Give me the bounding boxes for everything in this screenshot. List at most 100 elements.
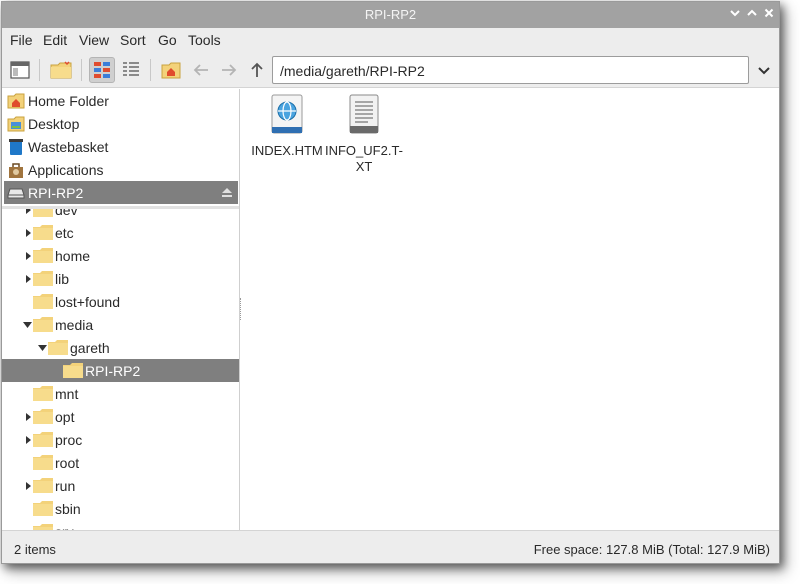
folder-icon	[33, 386, 53, 401]
expand-arrow-icon[interactable]	[22, 267, 33, 290]
expand-arrow-icon[interactable]	[22, 474, 33, 497]
place-label: RPI-RP2	[28, 184, 84, 201]
maximize-button[interactable]	[744, 6, 760, 24]
directory-tree: dev etc home lib lost+found media gareth…	[2, 209, 239, 530]
tree-node-root[interactable]: root	[22, 451, 79, 474]
forward-button[interactable]	[216, 57, 242, 83]
list-view-button[interactable]	[118, 57, 144, 83]
menu-view[interactable]: View	[79, 32, 109, 48]
minimize-icon	[730, 10, 740, 17]
path-input[interactable]: /media/gareth/RPI-RP2	[272, 56, 749, 84]
folder-icon	[33, 455, 53, 470]
home-icon	[161, 62, 181, 79]
tree-node-label: lib	[55, 270, 70, 287]
tree-node-label: etc	[55, 224, 74, 241]
eject-icon	[222, 188, 232, 197]
collapse-arrow-icon[interactable]	[37, 336, 48, 359]
menu-go[interactable]: Go	[158, 32, 177, 48]
expand-arrow-icon[interactable]	[22, 244, 33, 267]
new-window-icon	[10, 61, 30, 79]
place-wastebasket[interactable]: Wastebasket	[4, 135, 238, 158]
toolbar-separator	[150, 59, 151, 81]
expand-arrow-icon[interactable]	[22, 405, 33, 428]
tree-node-gareth[interactable]: gareth	[37, 336, 110, 359]
menu-edit[interactable]: Edit	[43, 32, 67, 48]
menu-file[interactable]: File	[10, 32, 33, 48]
folder-icon	[63, 363, 83, 378]
file-name: INFO_UF2.T- XT	[324, 143, 403, 174]
place-label: Wastebasket	[28, 138, 109, 155]
folder-icon	[33, 432, 53, 447]
new-window-button[interactable]	[7, 57, 33, 83]
tree-node-srv[interactable]: srv	[22, 520, 74, 530]
toolbar: /media/gareth/RPI-RP2	[2, 52, 779, 88]
tree-node-label: media	[55, 316, 94, 333]
maximize-icon	[747, 9, 757, 16]
expand-arrow-icon[interactable]	[22, 221, 33, 244]
tree-node-lost-found[interactable]: lost+found	[22, 290, 120, 313]
tree-node-run[interactable]: run	[22, 474, 75, 497]
file-item[interactable]: INFO_UF2.T- XT	[319, 89, 409, 175]
item-count: 2 items	[14, 542, 56, 557]
file-view[interactable]: INDEX.HTM INFO_UF2.T- XT	[242, 89, 779, 530]
tree-node-label: home	[55, 247, 91, 264]
tree-node-dev[interactable]: dev	[22, 209, 78, 221]
menu-sort[interactable]: Sort	[120, 32, 146, 48]
place-desktop[interactable]: Desktop	[4, 112, 238, 135]
folder-icon	[33, 248, 53, 263]
free-space: Free space: 127.8 MiB (Total: 127.9 MiB)	[533, 542, 770, 557]
window-title: RPI-RP2	[364, 7, 417, 22]
icon-view-icon	[94, 62, 110, 78]
place-rpi-rp2-drive[interactable]: RPI-RP2	[4, 181, 238, 204]
folder-icon	[48, 340, 68, 355]
tree-node-mnt[interactable]: mnt	[22, 382, 78, 405]
text-file-icon	[349, 94, 379, 134]
home-button[interactable]	[158, 57, 184, 83]
folder-icon	[33, 294, 53, 309]
up-arrow-icon	[251, 62, 263, 77]
back-button[interactable]	[188, 57, 214, 83]
folder-icon	[33, 209, 53, 217]
drive-icon	[6, 183, 25, 202]
wastebasket-icon	[6, 137, 25, 156]
folder-icon	[33, 317, 53, 332]
tree-node-proc[interactable]: proc	[22, 428, 82, 451]
icon-view-button[interactable]	[89, 57, 115, 83]
tree-node-sbin[interactable]: sbin	[22, 497, 81, 520]
up-button[interactable]	[244, 57, 270, 83]
toolbar-separator	[81, 59, 82, 81]
list-view-icon	[123, 62, 139, 76]
expand-arrow-icon[interactable]	[22, 209, 33, 221]
tree-node-label: gareth	[70, 339, 110, 356]
eject-button[interactable]	[221, 185, 233, 201]
tree-node-home[interactable]: home	[22, 244, 90, 267]
place-label: Desktop	[28, 115, 80, 132]
forward-arrow-icon	[222, 64, 237, 76]
expand-arrow-icon[interactable]	[22, 428, 33, 451]
title-bar[interactable]: RPI-RP2	[2, 2, 779, 28]
menu-tools[interactable]: Tools	[188, 32, 221, 48]
home-folder-icon	[6, 91, 25, 110]
path-history-dropdown[interactable]	[754, 60, 774, 80]
new-folder-button[interactable]	[48, 57, 74, 83]
status-bar: 2 items Free space: 127.8 MiB (Total: 12…	[2, 530, 779, 563]
minimize-button[interactable]	[727, 6, 743, 24]
tree-node-label: root	[55, 454, 80, 471]
place-applications[interactable]: Applications	[4, 158, 238, 181]
chevron-down-icon	[758, 67, 770, 75]
tree-node-label: dev	[55, 209, 78, 218]
applications-icon	[6, 160, 25, 179]
close-button[interactable]	[761, 6, 777, 24]
tree-node-etc[interactable]: etc	[22, 221, 74, 244]
tree-node-label: lost+found	[55, 293, 120, 310]
place-label: Applications	[28, 161, 104, 178]
folder-icon	[33, 409, 53, 424]
tree-node-opt[interactable]: opt	[22, 405, 74, 428]
collapse-arrow-icon[interactable]	[22, 313, 33, 336]
file-manager-window: RPI-RP2 File Edit View Sort Go Tools /me…	[1, 1, 780, 564]
place-home-folder[interactable]: Home Folder	[4, 89, 238, 112]
tree-node-lib[interactable]: lib	[22, 267, 69, 290]
tree-node-media[interactable]: media	[22, 313, 93, 336]
tree-node-rpi-rp2[interactable]: RPI-RP2	[2, 359, 239, 382]
html-file-icon	[271, 94, 303, 134]
